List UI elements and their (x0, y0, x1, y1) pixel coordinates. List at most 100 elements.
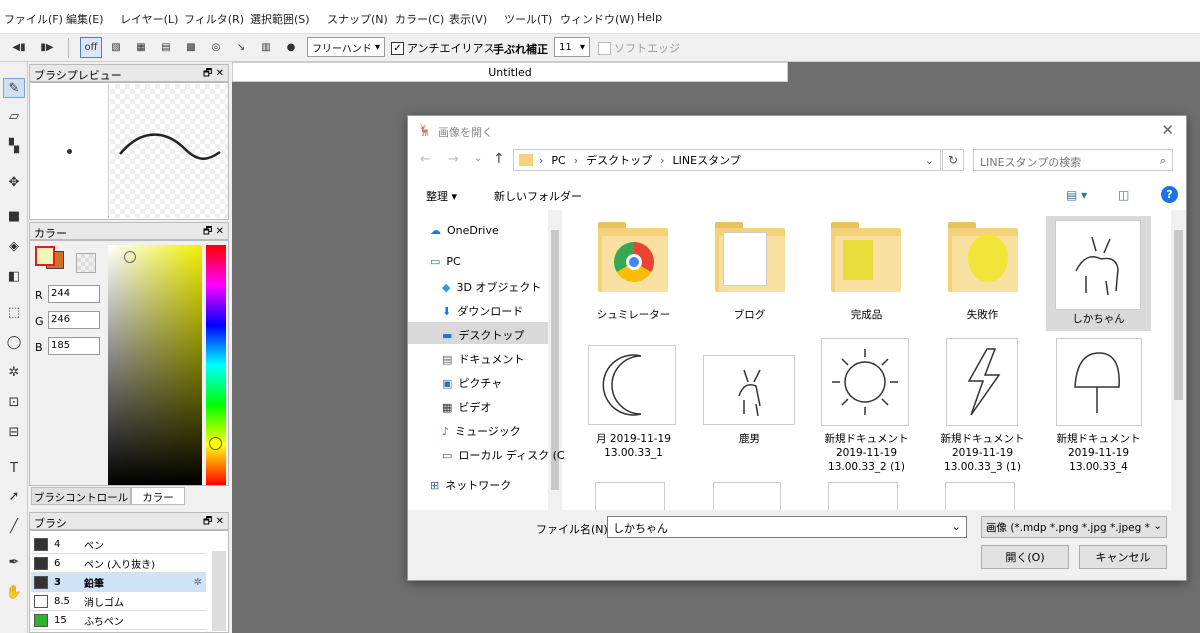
image-thumbnail[interactable] (821, 338, 909, 426)
antialias-checkbox[interactable]: ✓ アンチエイリアス (391, 40, 495, 56)
transparent-color-swatch[interactable] (76, 253, 96, 273)
new-folder-button[interactable]: 新しいフォルダー (494, 188, 582, 204)
menu-layer[interactable]: レイヤー(L) (120, 11, 178, 27)
file-grid-scroll-thumb[interactable] (1174, 230, 1183, 400)
hand-tool-icon[interactable]: ✋ (3, 582, 25, 602)
image-thumbnail[interactable] (1055, 220, 1141, 310)
tab-color[interactable]: カラー (131, 487, 185, 505)
nav-item-desktop[interactable]: ▬ デスクトップ (442, 327, 524, 343)
menu-tool[interactable]: ツール(T) (504, 11, 552, 27)
brush-row[interactable]: 8.5 消しゴム (31, 592, 206, 611)
text-tool-icon[interactable]: T (3, 458, 25, 478)
dot-icon[interactable]: ● (280, 37, 302, 58)
bucket-tool-icon[interactable]: ◈ (3, 236, 25, 256)
saturation-value-picker[interactable] (108, 245, 202, 485)
close-icon[interactable]: ✕ (1161, 121, 1174, 139)
select-eraser-tool-icon[interactable]: ⊟ (3, 422, 25, 442)
open-button[interactable]: 開く(O) (981, 545, 1069, 569)
nav-scrollbar[interactable] (548, 210, 562, 510)
folder-icon[interactable] (715, 222, 785, 292)
pattern-dots-icon[interactable]: ▥ (255, 37, 277, 58)
organize-button[interactable]: 整理 ▾ (426, 188, 457, 204)
pattern-crosshatch-icon[interactable]: ▩ (180, 37, 202, 58)
fill-rect-tool-icon[interactable]: ■ (3, 206, 25, 226)
stroke-mode-select[interactable]: フリーハンド ▾ (307, 37, 385, 57)
brush-row[interactable]: 15 ふちペン (31, 611, 206, 630)
operation-tool-icon[interactable]: ➚ (3, 486, 25, 506)
back-arrow-icon[interactable]: ← (420, 152, 431, 167)
preview-pane-icon[interactable]: ◫ (1118, 188, 1129, 202)
menu-help[interactable]: Help (637, 11, 662, 24)
gear-icon[interactable]: ✲ (194, 577, 202, 588)
image-thumbnail[interactable] (1056, 338, 1142, 426)
document-tab[interactable]: Untitled (232, 62, 788, 82)
prev-icon[interactable]: ◀▮ (8, 37, 30, 58)
chevron-down-icon[interactable]: ⌄ (952, 520, 961, 534)
breadcrumb-desktop[interactable]: デスクトップ (586, 152, 652, 168)
dot-pen-tool-icon[interactable]: ▚ (3, 136, 25, 156)
stabilizer-select[interactable]: 11 ▾ (554, 37, 590, 57)
eraser-tool-icon[interactable]: ▱ (3, 106, 25, 126)
nav-item-pc[interactable]: ▭ PC (430, 255, 461, 268)
nav-item-music[interactable]: ♪ ミュージック (442, 423, 521, 439)
hue-slider[interactable] (206, 245, 226, 485)
nav-item-pictures[interactable]: ▣ ピクチャ (442, 375, 502, 391)
pattern-curve-icon[interactable]: ↘ (230, 37, 252, 58)
help-icon[interactable]: ? (1161, 186, 1178, 203)
folder-icon[interactable] (948, 222, 1018, 292)
image-thumbnail[interactable] (828, 482, 898, 510)
brush-row[interactable]: 6 ペン (入り抜き) (31, 554, 206, 573)
filename-input[interactable]: しかちゃん ⌄ (607, 516, 967, 538)
pattern-lines-icon[interactable]: ▤ (155, 37, 177, 58)
image-thumbnail[interactable] (588, 345, 676, 425)
eyedropper-tool-icon[interactable]: ✒ (3, 552, 25, 572)
foreground-color-swatch[interactable] (35, 246, 55, 266)
menu-selection[interactable]: 選択範囲(S) (250, 11, 310, 27)
nav-item-documents[interactable]: ▤ ドキュメント (442, 351, 524, 367)
folder-icon[interactable] (831, 222, 901, 292)
image-thumbnail[interactable] (946, 338, 1018, 426)
panel-controls-icon[interactable]: 🗗 ✕ (203, 514, 224, 531)
soft-edge-checkbox[interactable]: ソフトエッジ (598, 40, 680, 56)
next-icon[interactable]: ▮▶ (36, 37, 58, 58)
breadcrumb-line-stamp[interactable]: LINEスタンプ (673, 152, 741, 168)
breadcrumb-pc[interactable]: PC (551, 154, 565, 167)
nav-item-network[interactable]: ⊞ ネットワーク (430, 477, 511, 493)
panel-controls-icon[interactable]: 🗗 ✕ (203, 224, 224, 241)
menu-view[interactable]: 表示(V) (449, 11, 487, 27)
address-bar[interactable]: › PC › デスクトップ › LINEスタンプ ⌄ (513, 149, 941, 171)
brush-list-scrollbar[interactable] (212, 551, 226, 631)
chevron-down-icon[interactable]: ⌄ (925, 154, 934, 167)
up-arrow-icon[interactable]: ↑ (493, 151, 505, 167)
pattern-grid-icon[interactable]: ▦ (130, 37, 152, 58)
brush-row[interactable]: 4 ペン (31, 535, 206, 554)
image-thumbnail[interactable] (703, 355, 795, 425)
image-thumbnail[interactable] (945, 482, 1015, 510)
nav-item-downloads[interactable]: ⬇ ダウンロード (442, 303, 523, 319)
cancel-button[interactable]: キャンセル (1079, 545, 1167, 569)
pen-tool-icon[interactable]: ✎ (3, 78, 25, 98)
menu-filter[interactable]: フィルタ(R) (184, 11, 244, 27)
brush-row-selected[interactable]: 3 鉛筆 ✲ (31, 573, 206, 592)
move-tool-icon[interactable]: ✥ (3, 172, 25, 192)
file-grid-scrollbar[interactable] (1171, 210, 1186, 510)
filetype-select[interactable]: 画像 (*.mdp *.png *.jpg *.jpeg * ⌄ (981, 516, 1167, 538)
forward-arrow-icon[interactable]: → (448, 152, 459, 167)
hue-cursor[interactable] (209, 437, 222, 450)
menu-snap[interactable]: スナップ(N) (327, 11, 388, 27)
menu-color[interactable]: カラー(C) (395, 11, 444, 27)
menu-file[interactable]: ファイル(F) (4, 11, 63, 27)
folder-icon[interactable] (598, 222, 668, 292)
pattern-off-button[interactable]: off (80, 37, 102, 58)
magic-wand-tool-icon[interactable]: ✲ (3, 362, 25, 382)
search-input[interactable]: LINEスタンプの検索 ⌕ (973, 149, 1173, 171)
image-thumbnail[interactable] (595, 482, 665, 510)
gradient-tool-icon[interactable]: ◧ (3, 266, 25, 286)
rect-select-tool-icon[interactable]: ⬚ (3, 302, 25, 322)
nav-item-videos[interactable]: ▦ ビデオ (442, 399, 491, 415)
menu-window[interactable]: ウィンドウ(W) (560, 11, 634, 27)
divide-tool-icon[interactable]: ╱ (3, 516, 25, 536)
green-input[interactable]: 246 (48, 311, 100, 329)
nav-item-3d-objects[interactable]: ◆ 3D オブジェクト (442, 279, 541, 295)
select-pen-tool-icon[interactable]: ⊡ (3, 392, 25, 412)
